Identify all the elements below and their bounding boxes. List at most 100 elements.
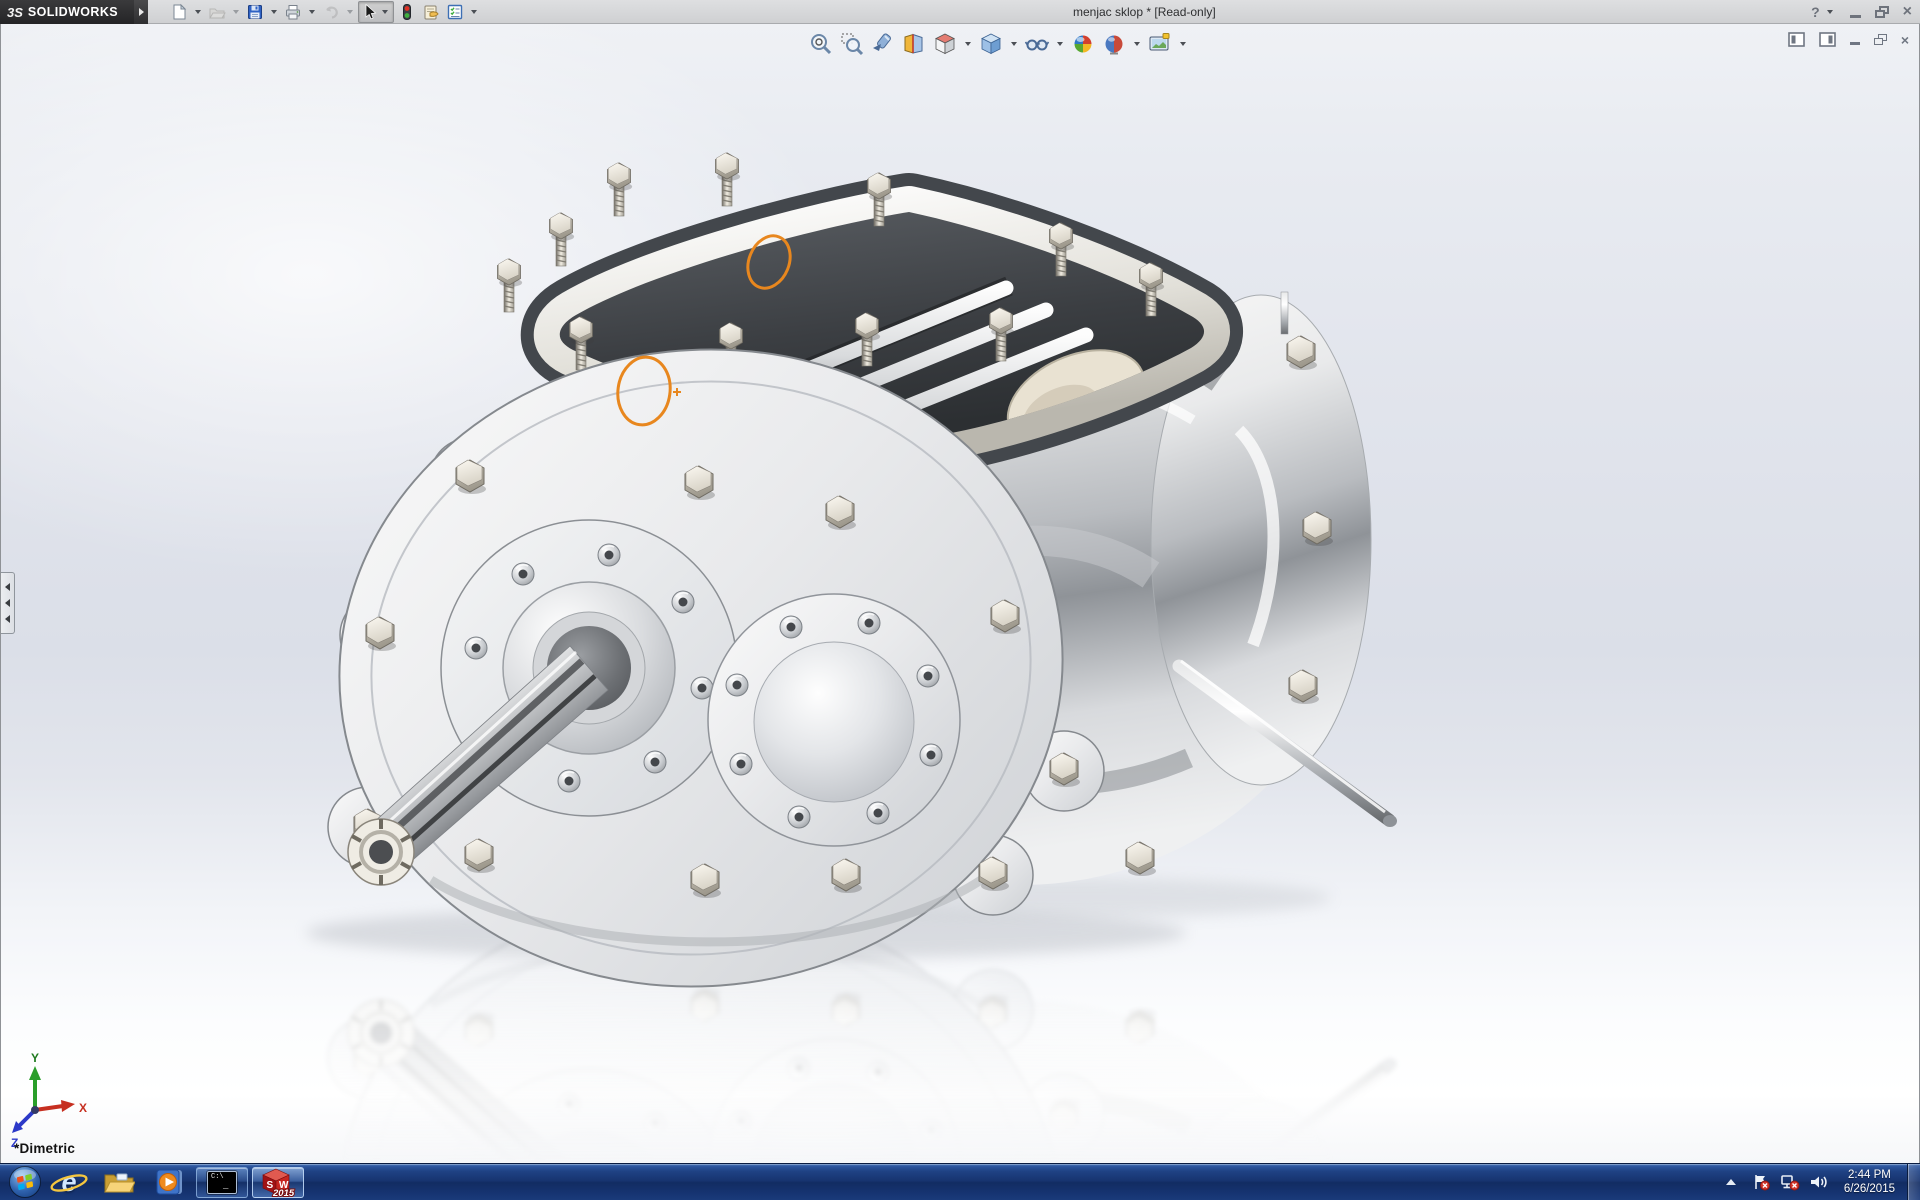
options-dropdown-arrow[interactable]: [471, 10, 477, 14]
zoom-to-area-button[interactable]: [838, 30, 866, 58]
open-folder-icon: [208, 3, 226, 21]
window-controls: ? ×: [1811, 0, 1912, 24]
taskbar-clock[interactable]: 2:44 PM 6/26/2015: [1844, 1168, 1895, 1196]
featuremanager-collapsed-tab[interactable]: [1, 572, 15, 634]
help-icon: ?: [1811, 4, 1820, 20]
hide-show-items-button[interactable]: [1023, 30, 1051, 58]
headsup-view-toolbar: [807, 30, 1189, 58]
start-button[interactable]: [6, 1164, 44, 1200]
apply-scene-dropdown-arrow[interactable]: [1134, 42, 1140, 46]
clock-time: 2:44 PM: [1844, 1168, 1895, 1182]
flyout-arrow-icon: [139, 8, 144, 16]
windows-start-orb-icon: [8, 1165, 42, 1199]
new-button[interactable]: [168, 1, 190, 23]
triad-y-label: Y: [31, 1051, 39, 1065]
cmd-prompt-text: C:\: [211, 1174, 224, 1181]
zoom-to-fit-icon: [808, 31, 834, 57]
show-left-pane-button[interactable]: [1788, 32, 1805, 47]
section-view-icon: [901, 31, 927, 57]
rebuild-traffic-light-icon: [398, 3, 416, 21]
display-style-dropdown-arrow[interactable]: [1011, 42, 1017, 46]
eyeglasses-icon: [1024, 31, 1050, 57]
expand-pane-arrow-icon: [5, 615, 10, 623]
select-dropdown-arrow[interactable]: [382, 10, 388, 14]
previous-view-button[interactable]: [869, 30, 897, 58]
solidworks-2015-icon: S W 2015: [260, 1167, 296, 1197]
show-desktop-button[interactable]: [1907, 1164, 1920, 1200]
select-cursor-icon: [361, 3, 379, 21]
expand-pane-arrow-icon: [5, 583, 10, 591]
undo-button[interactable]: [320, 1, 342, 23]
options-checklist-icon: [446, 3, 464, 21]
command-prompt-icon: C:\ _: [207, 1171, 237, 1194]
view-settings-button[interactable]: [1146, 30, 1174, 58]
clock-date: 6/26/2015: [1844, 1182, 1895, 1196]
options-button[interactable]: [444, 1, 466, 23]
media-player-icon: [154, 1168, 184, 1196]
zoom-to-area-icon: [839, 31, 865, 57]
edit-appearance-button[interactable]: [1069, 30, 1097, 58]
expand-pane-arrow-icon: [5, 599, 10, 607]
file-properties-button[interactable]: [420, 1, 442, 23]
show-right-pane-button[interactable]: [1819, 32, 1836, 47]
file-properties-icon: [422, 3, 440, 21]
doc-close-button[interactable]: ×: [1901, 33, 1909, 47]
view-orientation-cube-icon: [932, 31, 958, 57]
side-cover-dome[interactable]: [708, 594, 960, 846]
network-disconnected-icon[interactable]: [1780, 1173, 1800, 1191]
cmd-cursor-text: _: [223, 1181, 228, 1191]
menu-flyout-button[interactable]: [134, 0, 148, 24]
undo-arrow-icon: [322, 3, 340, 21]
open-dropdown-arrow: [233, 10, 239, 14]
windows-taskbar: e C:\ _: [0, 1163, 1920, 1200]
restore-button[interactable]: [1875, 6, 1889, 18]
solidworks-logo-text: SOLIDWORKS: [28, 5, 118, 19]
printer-icon: [284, 3, 302, 21]
save-floppy-icon: [246, 3, 264, 21]
3d-scene[interactable]: Y X Z: [1, 24, 1920, 1163]
apply-scene-button[interactable]: [1100, 30, 1128, 58]
display-style-button[interactable]: [977, 30, 1005, 58]
save-dropdown-arrow[interactable]: [271, 10, 277, 14]
orientation-triad: Y X Z: [11, 1051, 87, 1150]
taskbar-media-player[interactable]: [144, 1164, 194, 1200]
section-view-button[interactable]: [900, 30, 928, 58]
standard-toolbar: [168, 0, 480, 24]
taskbar-command-prompt[interactable]: C:\ _: [196, 1167, 248, 1198]
new-document-icon: [170, 3, 188, 21]
help-dropdown-arrow[interactable]: [1827, 10, 1833, 14]
view-orientation-button[interactable]: [931, 30, 959, 58]
hide-show-items-dropdown-arrow[interactable]: [1057, 42, 1063, 46]
show-hidden-icons-button[interactable]: [1726, 1179, 1736, 1185]
taskbar-internet-explorer[interactable]: e: [44, 1164, 94, 1200]
open-button[interactable]: [206, 1, 228, 23]
undo-dropdown-arrow: [347, 10, 353, 14]
help-button[interactable]: ?: [1811, 4, 1836, 20]
print-dropdown-arrow[interactable]: [309, 10, 315, 14]
view-settings-monitor-icon: [1147, 31, 1173, 57]
select-button[interactable]: [358, 1, 394, 23]
solidworks-logo[interactable]: 3S SOLIDWORKS: [0, 0, 134, 24]
folder-icon: [103, 1169, 135, 1195]
doc-minimize-button[interactable]: [1850, 42, 1860, 45]
zoom-to-fit-button[interactable]: [807, 30, 835, 58]
solidworks-window: 3S SOLIDWORKS: [0, 0, 1920, 1200]
graphics-area[interactable]: Y X Z: [0, 24, 1920, 1163]
scene-ball-icon: [1101, 31, 1127, 57]
save-button[interactable]: [244, 1, 266, 23]
action-center-flag-icon[interactable]: [1752, 1173, 1771, 1191]
volume-icon[interactable]: [1809, 1173, 1829, 1191]
previous-view-icon: [870, 31, 896, 57]
close-button[interactable]: ×: [1903, 4, 1912, 20]
minimize-button[interactable]: [1850, 15, 1861, 18]
rebuild-button[interactable]: [396, 1, 418, 23]
ds-logo-mark-icon: 3S: [7, 5, 23, 20]
taskbar-windows-explorer[interactable]: [94, 1164, 144, 1200]
view-orientation-dropdown-arrow[interactable]: [965, 42, 971, 46]
new-dropdown-arrow[interactable]: [195, 10, 201, 14]
print-button[interactable]: [282, 1, 304, 23]
document-window-controls: ×: [1788, 32, 1909, 47]
taskbar-solidworks-2015[interactable]: S W 2015: [252, 1167, 304, 1198]
view-settings-dropdown-arrow[interactable]: [1180, 42, 1186, 46]
doc-restore-button[interactable]: [1874, 34, 1887, 45]
